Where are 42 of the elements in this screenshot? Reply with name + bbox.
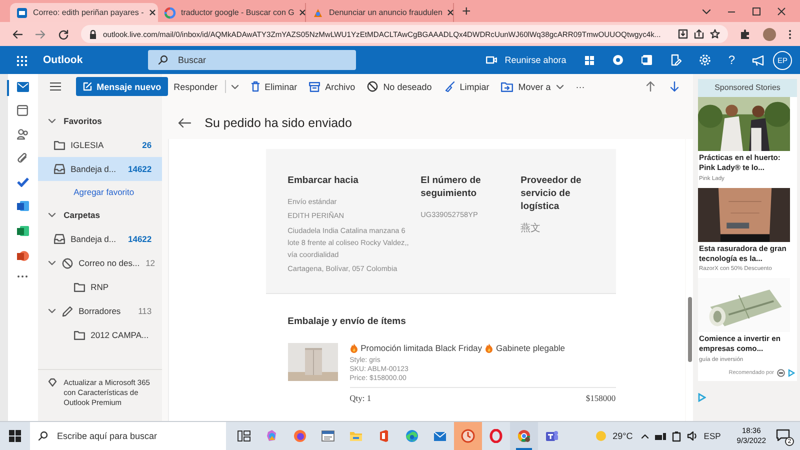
weather-widget[interactable]: 29°C [594, 430, 633, 442]
help-button[interactable]: ? [728, 53, 735, 67]
search-field[interactable]: Buscar [148, 50, 356, 70]
folder-item[interactable]: IGLESIA 26 [38, 133, 162, 157]
toolbar-button[interactable]: Eliminar [250, 81, 298, 92]
toolbar-button[interactable]: No deseado [367, 81, 432, 92]
new-message-button[interactable]: Mensaje nuevo [76, 77, 168, 96]
folder-item[interactable]: Borradores 113 [38, 299, 162, 323]
app-name: Outlook [43, 54, 84, 66]
browser-tab[interactable]: Correo: edith periñan payares - [10, 3, 158, 22]
meet-now-button[interactable]: Reunirse ahora [486, 55, 566, 65]
more-button[interactable]: ··· [576, 82, 585, 92]
folder-item[interactable]: 2012 CAMPA... [38, 323, 162, 347]
unread-count: 26 [142, 140, 152, 150]
language-indicator[interactable]: ESP [704, 431, 721, 441]
toolbar-button[interactable]: Archivo [309, 82, 356, 92]
add-favorite-link[interactable]: Agregar favorito [38, 181, 162, 203]
folder-group-header[interactable]: Carpetas [38, 203, 162, 227]
section-heading: Embarcar hacia [288, 175, 360, 188]
quantity: Qty: 1 [350, 392, 372, 403]
unread-count: 12 [146, 258, 156, 268]
ads-heading: Sponsored Stories [698, 79, 797, 97]
taskbar-search-field[interactable]: Escribe aquí para buscar [30, 422, 226, 450]
provider-name: 燕文 [520, 222, 542, 236]
message-subject: Su pedido ha sido enviado [204, 116, 352, 130]
unread-count: 14622 [128, 234, 152, 244]
toolbar-button[interactable]: Mover a [501, 82, 564, 92]
folder-item[interactable]: RNP [38, 275, 162, 299]
toolbar-button[interactable]: Responder [174, 80, 239, 93]
folder-group-header[interactable]: Favoritos [38, 109, 162, 133]
section-heading: El número de seguimiento [420, 175, 482, 201]
toolbar-button[interactable]: Limpiar [444, 81, 490, 92]
unread-count: 14622 [128, 164, 152, 174]
section-heading: Proveedor de servicio de logística [520, 175, 582, 214]
folder-item[interactable]: Bandeja d... 14622 [38, 227, 162, 251]
total-price: $158000 [586, 392, 616, 403]
section-heading: Embalaje y envío de ítems [288, 316, 407, 329]
new-tab-button[interactable]: + [462, 4, 471, 20]
folder-item[interactable]: Bandeja d... 14622 [38, 157, 162, 181]
unread-count: 113 [138, 306, 152, 316]
folder-item[interactable]: Correo no des... 12 [38, 251, 162, 275]
product-title: Promoción limitada Black Friday Gabinete plegable [350, 342, 616, 353]
